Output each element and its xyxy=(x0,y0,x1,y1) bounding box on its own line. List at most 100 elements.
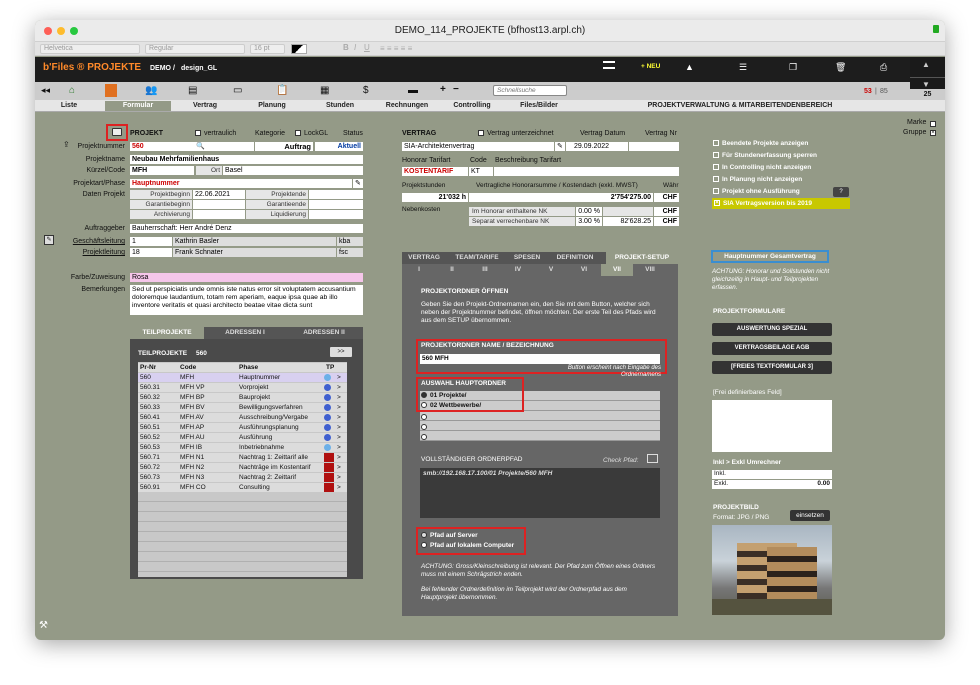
tab-roman-8[interactable]: VIII xyxy=(634,264,666,276)
font-select[interactable]: Helvetica xyxy=(40,44,140,54)
pencil-icon[interactable]: ✎ xyxy=(44,235,54,245)
tab-vertrag[interactable]: Vertrag xyxy=(175,101,235,111)
search-input[interactable] xyxy=(493,85,567,96)
option-checkbox[interactable] xyxy=(713,152,719,159)
folder-icon[interactable]: ▬ xyxy=(408,85,418,96)
up-arrow-icon[interactable]: ▲ xyxy=(922,60,930,69)
option-checkbox[interactable] xyxy=(713,140,719,147)
teil-row[interactable]: 560.33 MFH BV Bewilligungsverfahren > xyxy=(138,403,347,412)
pl-nr-field[interactable]: 18 xyxy=(130,248,172,257)
tarifart-field[interactable]: KOSTENTARIF xyxy=(402,167,468,176)
row-arrow-button[interactable]: > xyxy=(337,483,341,492)
tab-teilprojekte[interactable]: TEILPROJEKTE xyxy=(130,327,204,339)
row-arrow-button[interactable]: > xyxy=(337,443,341,452)
tab-formular[interactable]: Formular xyxy=(105,101,171,111)
size-select[interactable]: 16 pt xyxy=(250,44,285,54)
gl-nr-field[interactable]: 1 xyxy=(130,237,172,246)
new-button[interactable]: + NEU xyxy=(641,63,660,70)
remove-icon[interactable]: − xyxy=(453,84,459,95)
tab-team-tarife[interactable]: TEAM/TARIFE xyxy=(450,252,504,264)
row-arrow-button[interactable]: > xyxy=(337,453,341,462)
gruppe-checkbox[interactable]: × xyxy=(930,130,936,136)
vertraulich-checkbox[interactable] xyxy=(195,130,201,137)
help-button[interactable]: ? xyxy=(833,187,849,197)
teil-row[interactable]: 560.73 MFH N3 Nachtrag 2: Zeittarif > xyxy=(138,473,347,482)
tab-stunden[interactable]: Stunden xyxy=(308,101,372,111)
bold-icon[interactable]: B xyxy=(343,43,349,52)
projektname-field[interactable]: Neubau Mehrfamilienhaus xyxy=(130,155,363,164)
users-icon[interactable]: 👥 xyxy=(145,85,157,96)
trash-icon[interactable]: 🗑 xyxy=(835,62,846,73)
tab-setup-vertrag[interactable]: VERTRAG xyxy=(404,252,444,264)
option-checkbox[interactable] xyxy=(713,164,719,171)
frei-field[interactable] xyxy=(712,400,832,452)
beschreibung-field[interactable] xyxy=(494,167,679,176)
tab-liste[interactable]: Liste xyxy=(39,101,99,111)
building-icon[interactable] xyxy=(105,84,117,97)
vertragsbeilage-button[interactable]: VERTRAGSBEILAGE AGB xyxy=(712,342,832,355)
calendar-icon[interactable]: ▦ xyxy=(320,85,329,96)
radio-option-4[interactable] xyxy=(421,424,427,431)
teil-row[interactable]: 560.32 MFH BP Bauprojekt > xyxy=(138,393,347,402)
auswertung-spezial-button[interactable]: AUSWERTUNG SPEZIAL xyxy=(712,323,832,336)
print-icon[interactable]: ⎙ xyxy=(880,62,887,73)
teil-row[interactable]: 560.51 MFH AP Ausführungsplanung > xyxy=(138,423,347,432)
marke-checkbox[interactable] xyxy=(930,121,936,127)
code-field[interactable]: KT xyxy=(469,167,493,176)
tab-adressen-1[interactable]: ADRESSEN I xyxy=(208,327,282,339)
copy-icon[interactable]: ❐ xyxy=(789,62,797,73)
row-arrow-button[interactable]: > xyxy=(337,383,341,392)
garantieende-field[interactable] xyxy=(309,200,363,209)
textformular-button[interactable]: [FREIES TEXTFORMULAR 3] xyxy=(712,361,832,374)
ort-field[interactable]: Basel xyxy=(223,166,363,175)
row-arrow-button[interactable]: > xyxy=(337,473,341,482)
liquidierung-field[interactable] xyxy=(309,210,363,219)
teil-row[interactable]: 560.71 MFH N1 Nachtrag 1: Zeittarif alle > xyxy=(138,453,347,462)
home-icon[interactable]: ⌂ xyxy=(69,85,75,96)
option-checkbox[interactable] xyxy=(713,176,719,183)
archivierung-field[interactable] xyxy=(193,210,245,219)
bemerkungen-field[interactable]: Sed ut perspiciatis unde omnis iste natu… xyxy=(130,285,363,315)
add-icon[interactable]: + xyxy=(440,84,446,95)
down-arrow-icon[interactable]: ▼ xyxy=(922,80,930,89)
teil-row[interactable]: 560.91 MFH CO Consulting > xyxy=(138,483,347,492)
status-field[interactable]: Aktuell xyxy=(315,142,363,151)
menu-icon[interactable] xyxy=(603,61,615,69)
projekt-type[interactable]: Auftrag xyxy=(255,142,313,151)
tab-roman-3[interactable]: III xyxy=(469,264,501,276)
row-arrow-button[interactable]: > xyxy=(337,413,341,422)
money-icon[interactable]: $ xyxy=(363,85,369,96)
tab-projekt-setup[interactable]: PROJEKT-SETUP xyxy=(606,252,678,264)
tab-roman-1[interactable]: I xyxy=(403,264,435,276)
stunden-field[interactable]: 21'032 h xyxy=(402,193,468,202)
hauptnummer-gesamtvertrag-button[interactable]: Hauptnummer Gesamtvertrag xyxy=(711,250,829,263)
sia-checkbox[interactable]: × xyxy=(714,200,720,207)
unterzeichnet-checkbox[interactable] xyxy=(478,130,484,137)
teil-row[interactable]: 560.53 MFH IB Inbetriebnahme > xyxy=(138,443,347,452)
edit-icon[interactable]: ✎ xyxy=(353,179,363,188)
vertrag-datum-field[interactable]: 29.09.2022 xyxy=(566,142,628,151)
projektbeginn-field[interactable]: 22.06.2021 xyxy=(193,190,245,199)
folder-open-icon[interactable] xyxy=(112,128,122,136)
tab-roman-5[interactable]: V xyxy=(535,264,567,276)
nk2-value-field[interactable]: 82'628.25 xyxy=(603,217,653,226)
nk1-percent-field[interactable]: 0.00 % xyxy=(576,207,602,216)
vertrag-edit-icon[interactable]: ✎ xyxy=(555,142,565,151)
row-arrow-button[interactable]: > xyxy=(337,393,341,402)
summe-field[interactable]: 2'754'275.00 xyxy=(469,193,653,202)
projektende-field[interactable] xyxy=(309,190,363,199)
tab-adressen-2[interactable]: ADRESSEN II xyxy=(286,327,362,339)
back-icon[interactable]: ◂◂ xyxy=(41,85,50,96)
auftraggeber-field[interactable]: Bauherrschaft: Herr André Denz xyxy=(130,224,363,233)
row-arrow-button[interactable]: > xyxy=(337,433,341,442)
tab-files[interactable]: Files/Bilder xyxy=(507,101,571,111)
projektnummer-field[interactable]: 560 xyxy=(130,142,194,151)
radio-option-3[interactable] xyxy=(421,414,427,421)
option-checkbox[interactable] xyxy=(713,188,719,195)
teil-row[interactable]: 560.41 MFH AV Ausschreibung/Vergabe > xyxy=(138,413,347,422)
teil-row[interactable]: 560.31 MFH VP Vorprojekt > xyxy=(138,383,347,392)
row-arrow-button[interactable]: > xyxy=(337,403,341,412)
italic-icon[interactable]: I xyxy=(354,43,356,52)
ordnerpfad-field[interactable]: smb://192.168.17.100/01 Projekte/560 MFH xyxy=(420,468,660,518)
card-icon[interactable]: ▭ xyxy=(233,85,242,96)
